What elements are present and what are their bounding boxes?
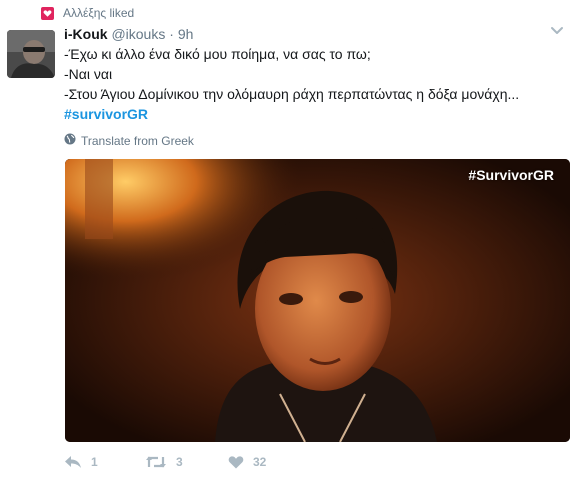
like-button[interactable]: 32 [228,455,266,469]
retweet-button[interactable]: 3 [145,455,183,469]
globe-icon [64,133,81,148]
like-icon [228,455,244,469]
media-watermark: #SurvivorGR [468,167,554,183]
author-fullname[interactable]: i-Kouk [64,26,108,42]
translate-link[interactable]: Translate from Greek [64,133,194,148]
like-count: 32 [253,455,267,469]
tweet-media-image[interactable]: #SurvivorGR [65,159,570,442]
translate-label: Translate from Greek [81,133,194,148]
tweet-text: -Έχω κι άλλο ένα δικό μου ποίημα, να σας… [64,44,564,124]
tweet-timestamp[interactable]: 9h [178,26,194,42]
avatar[interactable] [7,30,55,78]
time-separator: · [169,26,174,42]
tweet-line: -Στου Άγιου Δομίνικου την ολόμαυρη ράχη … [64,86,520,102]
tweet-header: i-Kouk @ikouks · 9h [64,25,193,43]
reply-button[interactable]: 1 [64,455,98,469]
chevron-down-icon[interactable] [550,24,564,36]
author-handle[interactable]: @ikouks [111,26,165,42]
hashtag-link[interactable]: #survivorGR [64,106,148,122]
social-context: Αλλέξης liked [41,5,134,21]
heart-icon [41,6,54,20]
retweet-icon [145,455,167,469]
tweet-line: -Ναι ναι [64,66,113,82]
liked-by-text: Αλλέξης liked [63,6,135,20]
reply-count: 1 [91,455,98,469]
retweet-count: 3 [176,455,183,469]
tweet-line: -Έχω κι άλλο ένα δικό μου ποίημα, να σας… [64,46,371,62]
reply-icon [64,455,82,469]
